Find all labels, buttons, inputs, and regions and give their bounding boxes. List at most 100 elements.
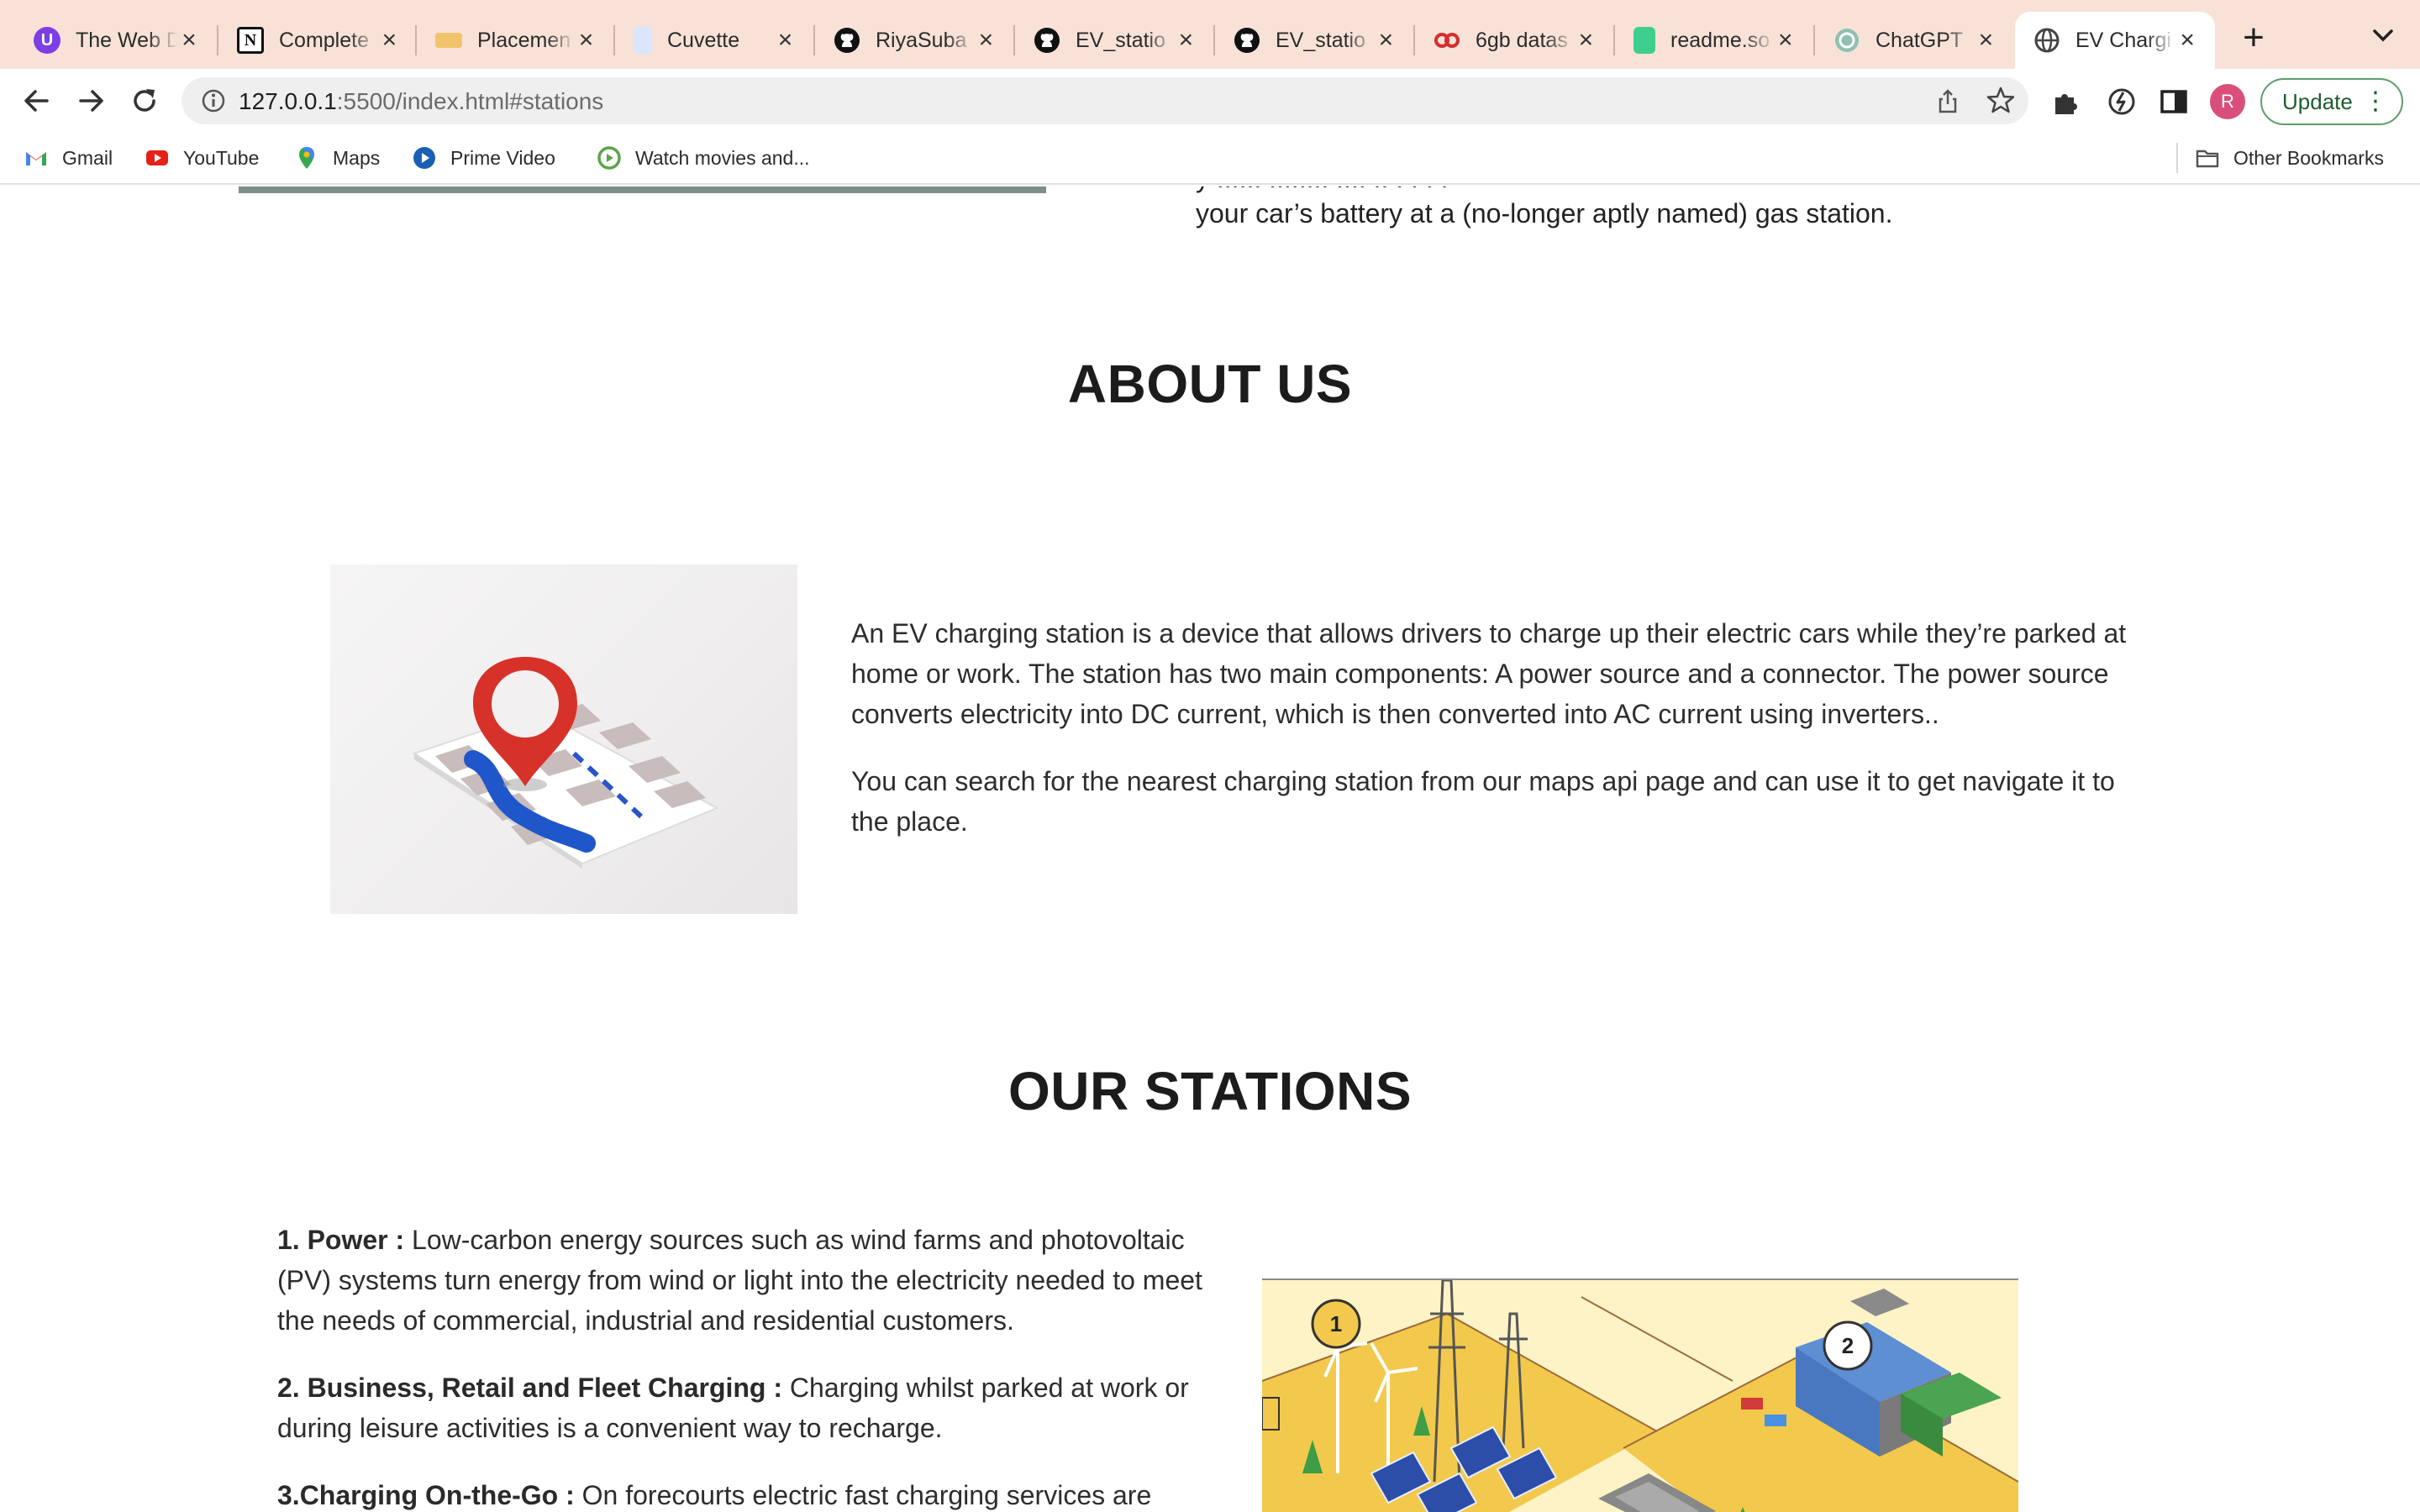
browser-toolbar: 127.0.0.1:5500/index.html#stations R Upd… (0, 69, 2420, 133)
station-item: 2. Business, Retail and Fleet Charging :… (277, 1368, 1210, 1448)
station-item-heading: 1. Power : (277, 1225, 405, 1255)
illustration-badge-2: 2 (1842, 1333, 1854, 1358)
bookmark-label: Maps (333, 146, 381, 169)
side-panel-icon[interactable] (2158, 86, 2190, 118)
station-item-text: On forecourts electric fast charging ser… (574, 1480, 1152, 1510)
tab-title: 6gb datas (1476, 28, 1568, 52)
github-icon (1234, 28, 1260, 53)
close-icon[interactable]: × (1176, 27, 1197, 54)
performance-icon[interactable] (2106, 86, 2138, 118)
tab-title: EV Chargi (2075, 28, 2171, 52)
readme-icon (1634, 27, 1655, 54)
address-bar[interactable]: 127.0.0.1:5500/index.html#stations (182, 77, 2028, 124)
bookmark-label: Gmail (62, 146, 113, 169)
back-button[interactable] (17, 81, 57, 121)
reload-icon (134, 89, 155, 112)
tab-6gb-dataset[interactable]: 6gb datas × (1415, 12, 1613, 69)
tab-ev-charging-active[interactable]: EV Chargi × (2015, 12, 2215, 69)
star-icon[interactable] (1986, 86, 2015, 114)
close-icon[interactable]: × (1576, 27, 1597, 54)
our-stations-heading: OUR STATIONS (1007, 1061, 1413, 1121)
github-icon (834, 28, 860, 53)
close-icon[interactable]: × (379, 27, 400, 54)
close-icon[interactable]: × (1775, 27, 1797, 54)
tab-title: ChatGPT (1876, 28, 1964, 52)
previous-section-image (239, 186, 1046, 193)
bookmark-gmail[interactable]: Gmail (24, 143, 113, 173)
arrow-left-icon (24, 90, 49, 112)
about-us-heading: ABOUT US (1067, 354, 1353, 414)
tab-readme[interactable]: readme.so × (1615, 12, 1813, 69)
update-button[interactable]: Update ⋮ (2260, 78, 2403, 125)
close-icon[interactable]: × (178, 27, 200, 54)
close-icon[interactable]: × (1975, 27, 1996, 54)
gmail-icon (26, 152, 46, 165)
tab-chatgpt[interactable]: ChatGPT × (1815, 12, 2013, 69)
infinity-icon (1434, 33, 1460, 48)
update-label: Update (2282, 88, 2353, 114)
tab-title: RiyaSuba (876, 28, 967, 52)
arrow-right-icon (79, 90, 103, 112)
notion-icon: N (237, 27, 264, 54)
youtube-icon (146, 150, 168, 165)
stations-list: 1. Power : Low-carbon energy sources suc… (277, 1220, 1210, 1512)
chevron-down-icon[interactable] (2368, 24, 2398, 49)
share-icon[interactable] (1934, 87, 1961, 114)
bookmark-label: Watch movies and... (635, 146, 810, 169)
station-item: 1. Power : Low-carbon energy sources suc… (277, 1220, 1210, 1341)
close-icon[interactable]: × (1376, 27, 1397, 54)
bookmarks-divider (2176, 143, 2178, 173)
station-item-heading: 3.Charging On-the-Go : (277, 1480, 575, 1510)
tab-title: Placemen (477, 28, 571, 52)
tab-title: readme.so (1670, 28, 1770, 52)
bookmarks-bar: Gmail YouTube Maps Prime Video Watch mov… (0, 133, 2420, 185)
new-tab-button[interactable]: + (2235, 17, 2272, 59)
bookmark-label: YouTube (183, 146, 260, 169)
page-viewport[interactable]: y ...... ........ .... .. . . . . your c… (0, 186, 2420, 1512)
kebab-menu-icon[interactable]: ⋮ (2363, 87, 2388, 117)
bookmark-other-bookmarks[interactable]: Other Bookmarks (2195, 143, 2384, 173)
placement-icon (435, 33, 462, 48)
globe-icon (2034, 28, 2060, 53)
u-logo-icon: U (34, 27, 60, 54)
station-item-heading: 2. Business, Retail and Fleet Charging : (277, 1373, 783, 1403)
prime-video-icon (413, 147, 435, 169)
tab-title: The Web D (76, 28, 178, 52)
tab-the-web-dev[interactable]: U The Web D × (15, 12, 217, 69)
tab-complete[interactable]: N Complete × (218, 12, 417, 69)
bookmark-youtube[interactable]: YouTube (145, 143, 259, 173)
station-item-text: Low-carbon energy sources such as wind f… (277, 1225, 1202, 1336)
avatar[interactable]: R (2210, 84, 2245, 119)
puzzle-extension-icon[interactable] (2050, 86, 2082, 118)
tab-ev-station-2[interactable]: EV_statio × (1215, 12, 1413, 69)
close-icon[interactable]: × (2176, 27, 2198, 54)
tab-placement[interactable]: Placemen × (417, 12, 613, 69)
reload-button[interactable] (124, 81, 165, 121)
github-icon (1034, 28, 1060, 53)
info-icon[interactable] (200, 87, 227, 114)
close-icon[interactable]: × (576, 27, 597, 54)
map-location-icon (412, 657, 719, 869)
map-pin-illustration (330, 564, 797, 914)
bookmark-prime-video[interactable]: Prime Video (412, 143, 555, 173)
tab-cuvette[interactable]: Cuvette × (615, 12, 813, 69)
close-icon[interactable]: × (976, 27, 997, 54)
tab-strip: U The Web D × N Complete × Placemen × Cu… (0, 0, 2420, 69)
about-us-text: An EV charging station is a device that … (851, 613, 2154, 869)
station-item: 3.Charging On-the-Go : On forecourts ele… (277, 1475, 1210, 1512)
url-host: 127.0.0.1 (239, 88, 337, 114)
illustration-badge-1: 1 (1330, 1311, 1342, 1336)
forward-button[interactable] (71, 81, 111, 121)
bookmark-label: Prime Video (450, 146, 555, 169)
play-icon (597, 146, 621, 170)
tab-ev-station-1[interactable]: EV_statio × (1015, 12, 1213, 69)
tab-title: Cuvette (667, 28, 740, 52)
bookmark-maps[interactable]: Maps (294, 143, 380, 173)
about-paragraph: An EV charging station is a device that … (851, 618, 2127, 729)
folder-icon (2196, 150, 2219, 168)
url-text[interactable]: 127.0.0.1:5500/index.html#stations (239, 88, 603, 115)
energy-grid-illustration: 1 2 (1262, 1280, 2018, 1512)
bookmark-watch-movies[interactable]: Watch movies and... (597, 143, 810, 173)
close-icon[interactable]: × (774, 27, 797, 54)
tab-riyasuba[interactable]: RiyaSuba × (815, 12, 1013, 69)
